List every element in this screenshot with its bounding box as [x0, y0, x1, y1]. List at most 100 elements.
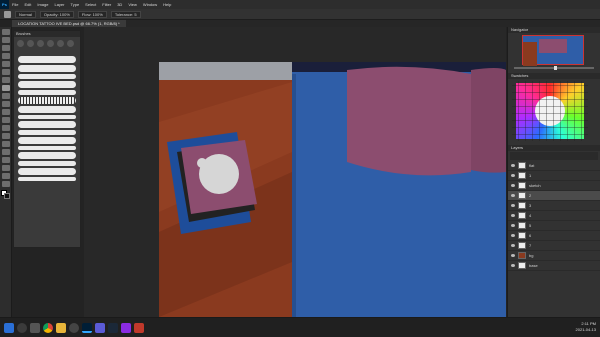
layer-filter-bar[interactable] [510, 152, 598, 160]
magic-wand-tool-icon[interactable] [1, 53, 10, 59]
eye-icon[interactable] [511, 164, 515, 167]
blur-tool-icon[interactable] [1, 125, 10, 131]
crop-tool-icon[interactable] [1, 61, 10, 67]
eraser-tool-icon[interactable] [1, 109, 10, 115]
folder-icon[interactable] [56, 322, 66, 333]
menu-layer[interactable]: Layer [51, 2, 67, 7]
menu-type[interactable]: Type [68, 2, 83, 7]
brush-tool-icon[interactable] [1, 85, 10, 91]
layer-row[interactable]: bg [508, 251, 600, 261]
clone-tool-icon[interactable] [1, 93, 10, 99]
menu-select[interactable]: Select [82, 2, 99, 7]
brush-tip[interactable] [17, 40, 24, 47]
windows-start-icon[interactable] [4, 322, 14, 333]
app-icon[interactable] [95, 322, 105, 333]
eye-icon[interactable] [511, 214, 515, 217]
eye-icon[interactable] [511, 194, 515, 197]
photoshop-icon[interactable] [82, 322, 92, 333]
brush-tip[interactable] [67, 40, 74, 47]
brush-stroke-preview[interactable] [18, 65, 76, 72]
search-icon[interactable] [17, 322, 27, 333]
zoom-tool-icon[interactable] [1, 181, 10, 187]
brush-stroke-preview[interactable] [18, 81, 76, 88]
brush-stroke-preview[interactable] [18, 90, 76, 95]
layer-name: 1 [529, 173, 532, 178]
document-tab[interactable]: LOCATION TATTOO IVE BED.psd @ 66.7% (1, … [12, 20, 126, 27]
document-canvas[interactable] [159, 62, 506, 317]
brush-stroke-preview[interactable] [18, 56, 76, 63]
menu-image[interactable]: Image [34, 2, 51, 7]
eye-icon[interactable] [511, 184, 515, 187]
eye-icon[interactable] [511, 204, 515, 207]
eye-icon[interactable] [511, 224, 515, 227]
tolerance-field[interactable]: Tolerance: 5 [110, 10, 141, 18]
eye-icon[interactable] [511, 174, 515, 177]
brush-tip[interactable] [57, 40, 64, 47]
brush-stroke-preview[interactable] [18, 161, 76, 166]
brush-stroke-preview[interactable] [18, 130, 76, 135]
brush-stroke-preview[interactable] [18, 121, 76, 128]
menu-window[interactable]: Window [140, 2, 160, 7]
eye-icon[interactable] [511, 254, 515, 257]
layer-row[interactable]: 7 [508, 241, 600, 251]
eye-icon[interactable] [511, 264, 515, 267]
layer-row[interactable]: base [508, 261, 600, 271]
hand-tool-icon[interactable] [1, 173, 10, 179]
pen-tool-icon[interactable] [1, 141, 10, 147]
brush-tip[interactable] [27, 40, 34, 47]
lasso-tool-icon[interactable] [1, 45, 10, 51]
system-clock[interactable]: 2:11 PM 2021-04-13 [576, 321, 596, 333]
brush-stroke-preview[interactable] [18, 97, 76, 104]
dodge-tool-icon[interactable] [1, 133, 10, 139]
layer-row[interactable]: 1 [508, 171, 600, 181]
menu-3d[interactable]: 3D [114, 2, 125, 7]
layer-row[interactable]: 2 [508, 191, 600, 201]
layer-row[interactable]: sketch [508, 181, 600, 191]
layer-row[interactable]: 3 [508, 201, 600, 211]
zoom-slider[interactable] [514, 66, 594, 70]
marquee-tool-icon[interactable] [1, 37, 10, 43]
steam-icon[interactable] [108, 322, 118, 333]
healing-tool-icon[interactable] [1, 77, 10, 83]
chrome-icon[interactable] [43, 322, 53, 333]
menu-file[interactable]: File [9, 2, 21, 7]
menu-filter[interactable]: Filter [99, 2, 114, 7]
gradient-tool-icon[interactable] [1, 117, 10, 123]
task-view-icon[interactable] [30, 322, 40, 333]
eye-icon[interactable] [511, 244, 515, 247]
path-select-icon[interactable] [1, 157, 10, 163]
brush-stroke-preview[interactable] [18, 146, 76, 150]
layer-row[interactable]: flat [508, 161, 600, 171]
navigator-thumbnail[interactable] [522, 35, 584, 66]
layer-row[interactable]: 6 [508, 231, 600, 241]
brush-stroke-preview[interactable] [18, 74, 76, 79]
eye-icon[interactable] [511, 234, 515, 237]
app-icon[interactable] [121, 322, 131, 333]
mode-select[interactable]: Normal [15, 10, 36, 18]
menu-help[interactable]: Help [160, 2, 174, 7]
brush-tip[interactable] [47, 40, 54, 47]
brush-stroke-preview[interactable] [18, 115, 76, 119]
type-tool-icon[interactable] [1, 149, 10, 155]
brush-tool-icon[interactable] [4, 10, 11, 18]
color-swatches-icon[interactable] [0, 190, 11, 200]
history-brush-icon[interactable] [1, 101, 10, 107]
eyedropper-tool-icon[interactable] [1, 69, 10, 75]
app-icon[interactable] [134, 322, 144, 333]
brush-stroke-preview[interactable] [18, 177, 76, 181]
menu-edit[interactable]: Edit [21, 2, 34, 7]
brush-stroke-preview[interactable] [18, 106, 76, 113]
flow-field[interactable]: Flow: 100% [77, 10, 107, 18]
move-tool-icon[interactable] [1, 29, 10, 35]
shape-tool-icon[interactable] [1, 165, 10, 171]
color-wheel-swatch[interactable] [512, 81, 588, 141]
obs-icon[interactable] [69, 322, 79, 333]
brush-tip[interactable] [37, 40, 44, 47]
opacity-field[interactable]: Opacity: 100% [39, 10, 74, 18]
brush-stroke-preview[interactable] [18, 152, 76, 159]
brush-stroke-preview[interactable] [18, 137, 76, 144]
brush-stroke-preview[interactable] [18, 168, 76, 175]
layer-row[interactable]: 4 [508, 211, 600, 221]
menu-view[interactable]: View [125, 2, 140, 7]
layer-row[interactable]: 5 [508, 221, 600, 231]
